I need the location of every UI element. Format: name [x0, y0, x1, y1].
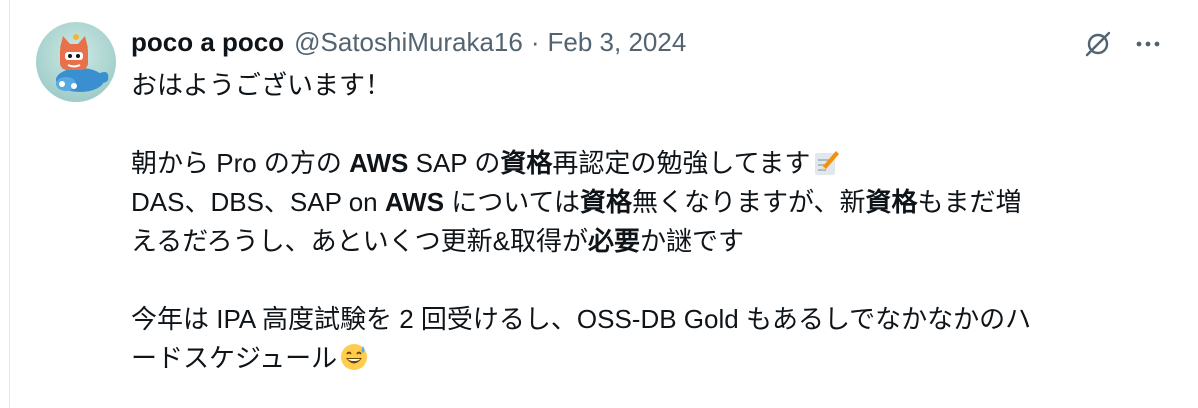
text-line-2: 朝から Pro の方の AWS SAP の資格再認定の勉強してます: [131, 144, 1161, 183]
text-line-5: 今年は IPA 高度試験を 2 回受けるし、OSS-DB Gold もあるしでな…: [131, 304, 1032, 334]
text-line-6: ードスケジュール: [131, 339, 1161, 378]
text-line-1: おはようございます！: [131, 70, 392, 100]
more-icon[interactable]: [1130, 26, 1166, 62]
grok-icon[interactable]: [1080, 26, 1116, 62]
tweet-text: おはようございます！ 朝から Pro の方の AWS SAP の資格再認定の勉強…: [131, 66, 1161, 378]
author-handle[interactable]: @SatoshiMuraka16: [294, 24, 523, 60]
avatar-image: [56, 34, 109, 92]
text-line-3: DAS、DBS、SAP on AWS については資格無くなりますが、新資格もまだ…: [131, 187, 1022, 217]
text-line-4: えるだろうし、あといくつ更新&取得が必要か謎です: [131, 226, 745, 256]
author-display-name[interactable]: poco a poco: [131, 24, 284, 60]
separator-dot: ·: [530, 27, 540, 57]
avatar[interactable]: [36, 22, 116, 102]
grinning-sweat-emoji: [339, 342, 369, 383]
tweet-date[interactable]: Feb 3, 2024: [548, 24, 687, 60]
tweet-header: poco a poco @SatoshiMuraka16 · Feb 3, 20…: [131, 24, 686, 60]
